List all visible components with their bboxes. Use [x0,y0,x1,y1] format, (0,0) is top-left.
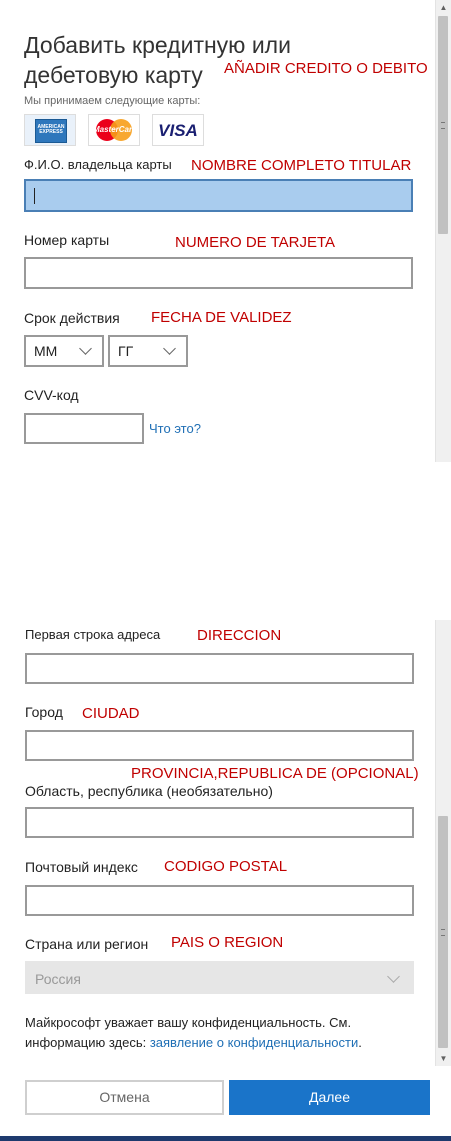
scrollbar-thumb[interactable] [438,16,448,234]
country-select[interactable]: Россия [25,961,414,994]
expiry-month-value: ММ [34,343,58,359]
city-annotation: CIUDAD [82,705,140,722]
cancel-button-label: Отмена [99,1089,150,1105]
scrollbar-grip [441,122,445,129]
page-title-line1: Добавить кредитную или [24,32,291,58]
privacy-text-line2: информацию здесь: заявление о конфиденци… [25,1033,420,1053]
city-label: Город [25,704,63,720]
scroll-down-arrow-icon[interactable]: ▼ [436,1051,451,1066]
city-input[interactable] [25,730,414,761]
privacy-text-end: . [358,1035,362,1050]
region-annotation: PROVINCIA,REPUBLICA DE (OPCIONAL) [131,765,419,782]
expiry-label: Срок действия [24,310,120,326]
title-annotation: AÑADIR CREDITO O DEBITO [224,60,428,77]
amex-card-text: AMERICAN EXPRESS [37,124,65,135]
visa-icon: VISA [152,114,204,146]
card-details-panel: Добавить кредитную или дебетовую карту A… [0,0,451,462]
postal-code-label: Почтовый индекс [25,859,138,875]
card-number-label: Номер карты [24,232,110,248]
amex-card-icon: AMERICAN EXPRESS [24,114,76,146]
postal-code-input[interactable] [25,885,414,916]
scrollbar[interactable]: ▼ [435,620,451,1066]
expiry-year-select[interactable]: ГГ [108,335,188,367]
region-label: Область, республика (необязательно) [25,783,273,799]
country-label: Страна или регион [25,936,149,952]
cardholder-name-label: Ф.И.О. владельца карты [24,157,172,172]
chevron-down-icon [387,970,400,983]
region-input[interactable] [25,807,414,838]
card-number-input[interactable] [24,257,413,289]
country-annotation: PAIS O REGION [171,934,284,951]
scrollbar[interactable]: ▲ [435,0,451,462]
cardholder-name-annotation: NOMBRE COMPLETO TITULAR [191,157,412,174]
expiry-year-value: ГГ [118,343,134,359]
mastercard-text: MasterCard [92,125,137,134]
cvv-help-link[interactable]: Что это? [149,421,201,436]
visa-text: VISA [158,121,198,140]
cancel-button[interactable]: Отмена [25,1080,224,1115]
privacy-notice: Майкрософт уважает вашу конфиденциальнос… [25,1013,420,1053]
address-label: Первая строка адреса [25,627,161,642]
next-button[interactable]: Далее [229,1080,430,1115]
address-annotation: DIRECCION [197,627,282,644]
text-cursor [34,188,35,204]
chevron-down-icon [163,342,176,355]
expiry-month-select[interactable]: ММ [24,335,104,367]
cvv-input[interactable] [24,413,144,444]
scroll-up-arrow-icon[interactable]: ▲ [436,0,451,15]
card-number-annotation: NUMERO DE TARJETA [175,234,336,251]
billing-address-panel: Первая строка адреса DIRECCION Город CIU… [0,620,451,1141]
privacy-statement-link[interactable]: заявление о конфиденциальности [150,1035,358,1050]
mastercard-icon: MasterCard [88,114,140,146]
privacy-text-line1: Майкрософт уважает вашу конфиденциальнос… [25,1015,352,1030]
scrollbar-grip [441,929,445,936]
accepted-cards-label: Мы принимаем следующие карты: [24,95,201,107]
next-button-label: Далее [308,1089,350,1105]
address-input[interactable] [25,653,414,684]
scrollbar-thumb[interactable] [438,816,448,1048]
window-bottom-border [0,1136,451,1141]
chevron-down-icon [79,342,92,355]
cardholder-name-input[interactable] [24,179,413,212]
cvv-label: CVV-код [24,387,79,403]
privacy-text-prefix: информацию здесь: [25,1035,150,1050]
postal-code-annotation: CODIGO POSTAL [164,858,288,875]
expiry-annotation: FECHA DE VALIDEZ [151,309,292,326]
country-value: Россия [35,971,81,987]
